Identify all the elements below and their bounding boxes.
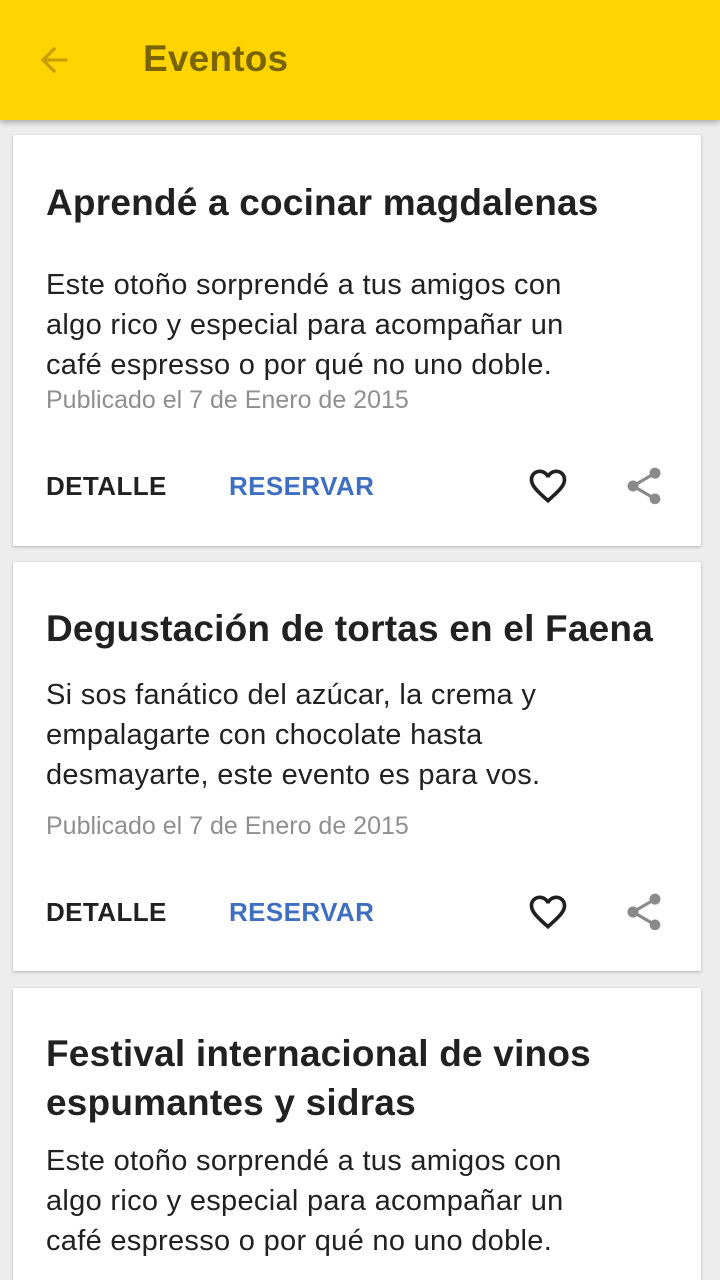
event-description: Este otoño sorprendé a tus amigos con al… bbox=[46, 265, 676, 385]
event-date: Publicado el 7 de Enero de 2015 bbox=[46, 386, 409, 414]
share-icon bbox=[627, 893, 661, 931]
favorite-button[interactable] bbox=[520, 884, 576, 940]
app-bar: Eventos bbox=[0, 0, 720, 120]
event-list[interactable]: Aprendé a cocinar magdalenas Este otoño … bbox=[0, 120, 720, 1280]
share-button[interactable] bbox=[616, 458, 672, 514]
event-card: Aprendé a cocinar magdalenas Este otoño … bbox=[13, 135, 701, 546]
description-line: algo rico y especial para acompañar un bbox=[46, 1185, 564, 1217]
reserve-button[interactable]: RESERVAR bbox=[229, 471, 374, 502]
description-line: Este otoño sorprendé a tus amigos con bbox=[46, 269, 562, 301]
arrow-back-icon bbox=[40, 46, 68, 74]
description-line: desmayarte, este evento es para vos. bbox=[46, 759, 541, 791]
description-line: Este otoño sorprendé a tus amigos con bbox=[46, 1145, 562, 1177]
event-title: Aprendé a cocinar magdalenas bbox=[46, 182, 599, 223]
heart-outline-icon bbox=[529, 469, 567, 504]
detail-button[interactable]: DETALLE bbox=[46, 897, 167, 928]
title-line: Festival internacional de vinos bbox=[46, 1033, 591, 1074]
event-description: Este otoño sorprendé a tus amigos con al… bbox=[46, 1141, 676, 1261]
event-card: Festival internacional de vinos espumant… bbox=[13, 988, 701, 1280]
event-card: Degustación de tortas en el Faena Si sos… bbox=[13, 562, 701, 971]
title-line: espumantes y sidras bbox=[46, 1082, 416, 1123]
description-line: Si sos fanático del azúcar, la crema y bbox=[46, 679, 537, 711]
share-icon bbox=[627, 467, 661, 505]
description-line: empalagarte con chocolate hasta bbox=[46, 719, 483, 751]
description-line: café espresso o por qué no uno doble. bbox=[46, 349, 553, 381]
favorite-button[interactable] bbox=[520, 458, 576, 514]
detail-button[interactable]: DETALLE bbox=[46, 471, 167, 502]
page-title: Eventos bbox=[143, 38, 289, 79]
share-button[interactable] bbox=[616, 884, 672, 940]
event-title: Degustación de tortas en el Faena bbox=[46, 608, 653, 649]
event-date: Publicado el 7 de Enero de 2015 bbox=[46, 812, 409, 840]
event-description: Si sos fanático del azúcar, la crema y e… bbox=[46, 675, 676, 795]
event-title: Festival internacional de vinos espumant… bbox=[46, 1029, 686, 1127]
description-line: algo rico y especial para acompañar un bbox=[46, 309, 564, 341]
description-line: café espresso o por qué no uno doble. bbox=[46, 1225, 553, 1257]
back-button[interactable] bbox=[22, 28, 86, 92]
heart-outline-icon bbox=[529, 895, 567, 930]
reserve-button[interactable]: RESERVAR bbox=[229, 897, 374, 928]
